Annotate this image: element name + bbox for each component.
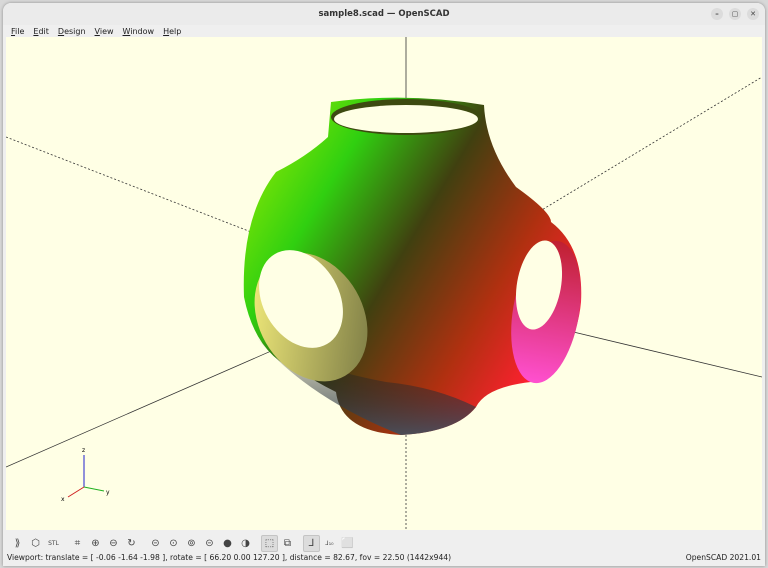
show-edges-button[interactable]: ⬜	[339, 535, 356, 552]
reset-view-icon: ↻	[127, 537, 136, 549]
menu-file[interactable]: File	[11, 27, 24, 36]
viewport-status: Viewport: translate = [ -0.06 -1.64 -1.9…	[7, 553, 452, 562]
view-top-icon: ⊙	[169, 537, 178, 549]
perspective-icon: ⬚	[264, 537, 275, 549]
view-back-button[interactable]: ◑	[237, 535, 254, 552]
menu-edit[interactable]: Edit	[33, 27, 49, 36]
title-bar: sample8.scad — OpenSCAD – ▢ ✕	[3, 3, 765, 25]
close-button[interactable]: ✕	[747, 8, 759, 20]
show-scale-icon: ⅃₁₀	[325, 539, 334, 547]
x-axis-label: x	[61, 496, 65, 503]
zoom-out-icon: ⊖	[109, 537, 118, 549]
view-left-button[interactable]: ⊝	[201, 535, 218, 552]
zoom-in-button[interactable]: ⊕	[87, 535, 104, 552]
menu-bar: File Edit Design View Window Help	[3, 25, 765, 37]
menu-view[interactable]: View	[95, 27, 114, 36]
y-axis-label: y	[106, 489, 110, 496]
axes-indicator: z y x	[61, 447, 110, 503]
menu-window[interactable]: Window	[123, 27, 155, 36]
menu-design[interactable]: Design	[58, 27, 86, 36]
view-back-icon: ◑	[241, 537, 250, 549]
show-axes-icon: ⅃	[308, 537, 315, 549]
orthogonal-button[interactable]: ⧉	[279, 535, 296, 552]
export-stl-icon: STL	[48, 539, 59, 547]
viewport-canvas[interactable]: z y x	[5, 37, 763, 530]
view-all-button[interactable]: ⌗	[69, 535, 86, 552]
perspective-button[interactable]: ⬚	[261, 534, 278, 552]
view-front-icon: ●	[223, 537, 232, 549]
3d-viewport[interactable]: z y x	[5, 37, 763, 530]
view-left-icon: ⊝	[205, 537, 214, 549]
view-front-button[interactable]: ●	[219, 535, 236, 552]
menu-help[interactable]: Help	[163, 27, 181, 36]
3d-model	[243, 97, 582, 436]
view-bottom-button[interactable]: ⊚	[183, 535, 200, 552]
reset-view-button[interactable]: ↻	[123, 535, 140, 552]
openscad-window: sample8.scad — OpenSCAD – ▢ ✕ File Edit …	[3, 3, 765, 566]
maximize-button[interactable]: ▢	[729, 8, 741, 20]
render-icon: ⬡	[31, 537, 40, 549]
version-label: OpenSCAD 2021.01	[685, 553, 761, 562]
view-right-icon: ⊝	[151, 537, 160, 549]
z-axis-label: z	[82, 447, 85, 454]
view-bottom-icon: ⊚	[187, 537, 196, 549]
toolbar: ⟫ ⬡ STL ⌗ ⊕ ⊖ ↻ ⊝ ⊙ ⊚ ⊝ ● ◑ ⬚ ⧉ ⅃ ⅃₁₀ ⬜	[9, 533, 356, 553]
preview-icon: ⟫	[14, 537, 21, 549]
view-top-button[interactable]: ⊙	[165, 535, 182, 552]
show-axes-button[interactable]: ⅃	[303, 534, 320, 552]
show-scale-button[interactable]: ⅃₁₀	[321, 535, 338, 552]
view-right-button[interactable]: ⊝	[147, 535, 164, 552]
preview-button[interactable]: ⟫	[9, 535, 26, 552]
zoom-out-button[interactable]: ⊖	[105, 535, 122, 552]
orthogonal-icon: ⧉	[283, 537, 292, 549]
show-edges-icon: ⬜	[341, 537, 354, 549]
minimize-button[interactable]: –	[711, 8, 723, 20]
render-button[interactable]: ⬡	[27, 535, 44, 552]
status-bar: Viewport: translate = [ -0.06 -1.64 -1.9…	[7, 553, 761, 562]
window-title: sample8.scad — OpenSCAD	[318, 9, 450, 19]
export-stl-button[interactable]: STL	[45, 535, 62, 552]
view-all-icon: ⌗	[74, 537, 81, 549]
zoom-in-icon: ⊕	[91, 537, 100, 549]
